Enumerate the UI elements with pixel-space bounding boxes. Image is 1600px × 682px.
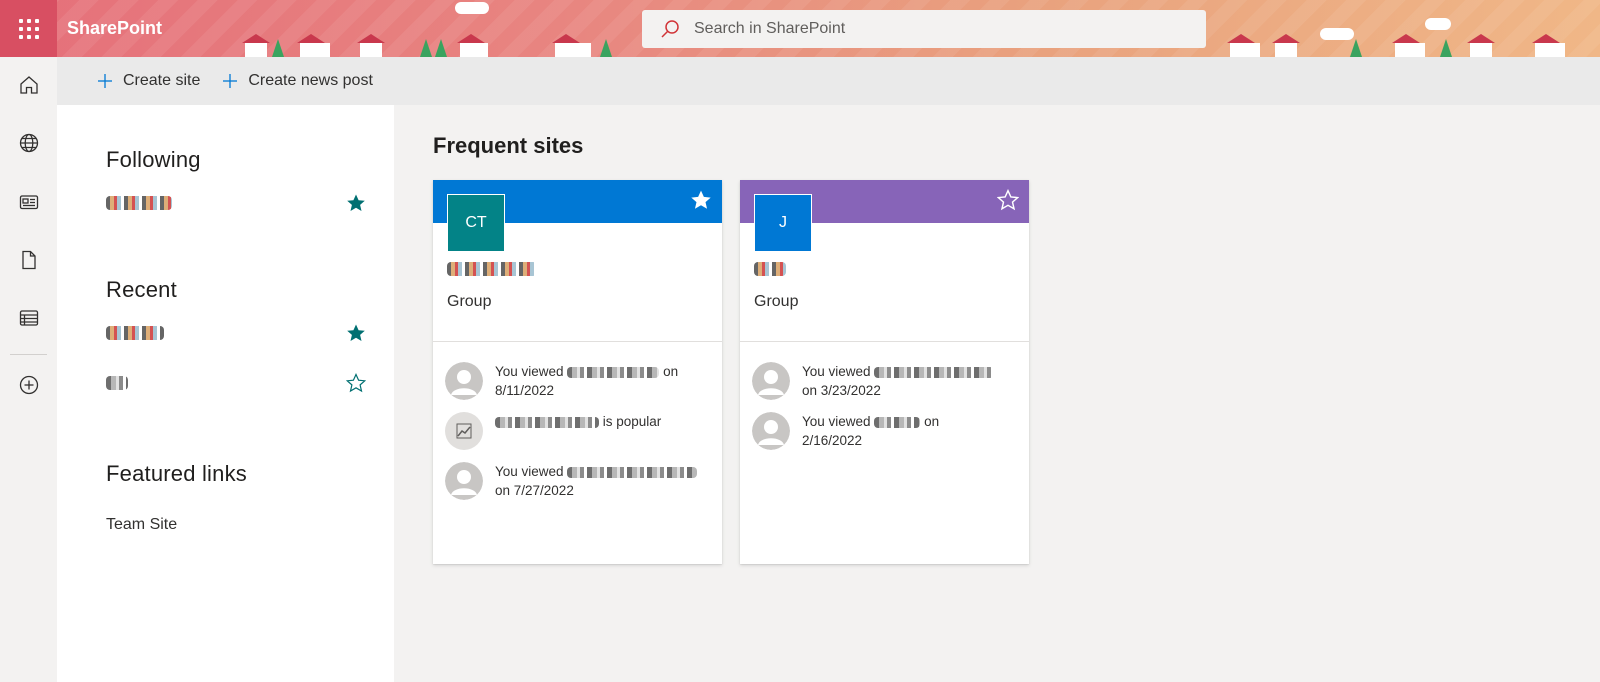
redacted-text (874, 366, 995, 378)
rail-news-button[interactable] (0, 182, 57, 222)
activity-item[interactable]: is popular (445, 412, 710, 450)
rail-home-button[interactable] (0, 65, 57, 105)
suite-bar: SharePoint (0, 0, 1600, 57)
activity-item[interactable]: You viewed on 3/23/2022 (752, 362, 1017, 400)
site-logo: CT (447, 194, 505, 252)
activity-text: You viewed on 2/16/2022 (802, 414, 940, 448)
person-avatar (445, 462, 483, 500)
activity-item[interactable]: You viewed on 2/16/2022 (752, 412, 1017, 450)
app-name[interactable]: SharePoint (67, 18, 162, 39)
list-icon (19, 310, 38, 326)
page-title: Frequent sites (433, 133, 584, 158)
create-news-post-label: Create news post (248, 72, 373, 89)
person-icon (752, 362, 790, 400)
plus-icon (223, 74, 238, 88)
site-name-redacted (106, 326, 164, 340)
site-name-redacted (447, 262, 537, 276)
star-filled-icon (347, 324, 365, 341)
star-outline-icon (996, 188, 1020, 211)
home-icon (19, 76, 38, 94)
search-icon (661, 20, 679, 38)
create-news-post-button[interactable]: Create news post (222, 72, 373, 90)
site-name-redacted (754, 262, 786, 276)
star-filled-icon (691, 190, 711, 209)
rail-create-button[interactable] (0, 365, 57, 405)
app-launcher-button[interactable] (0, 0, 57, 57)
plus-icon (98, 74, 112, 88)
featured-links-title: Featured links (106, 461, 247, 486)
left-panel: Following Recent Featured links Team Sit… (57, 105, 394, 682)
unfollow-button[interactable] (346, 323, 366, 343)
create-site-button[interactable]: Create site (97, 72, 200, 90)
activity-text: You viewed on 3/23/2022 (802, 362, 995, 400)
card-divider (740, 341, 1029, 342)
document-icon (21, 250, 36, 270)
following-title: Following (106, 147, 201, 172)
person-avatar (445, 362, 483, 400)
person-avatar (752, 412, 790, 450)
add-circle-icon (19, 375, 38, 395)
rail-lists-button[interactable] (0, 298, 57, 338)
unfollow-button[interactable] (690, 189, 712, 216)
recent-site-item[interactable] (106, 319, 366, 347)
activity-text: You viewed on 7/27/2022 (495, 462, 698, 500)
site-name-redacted (106, 196, 172, 210)
search-input[interactable] (694, 20, 1174, 38)
card-divider (433, 341, 722, 342)
trending-avatar (445, 412, 483, 450)
site-type: Group (754, 293, 799, 310)
redacted-text (874, 416, 921, 428)
follow-button[interactable] (346, 373, 366, 393)
rail-sites-button[interactable] (0, 123, 57, 163)
recent-site-item[interactable] (106, 369, 366, 397)
person-icon (445, 462, 483, 500)
site-card[interactable]: J Group You viewed on 3/23/2022 You view… (740, 180, 1029, 564)
create-site-label: Create site (123, 72, 201, 89)
redacted-text (567, 366, 660, 378)
recent-title: Recent (106, 277, 177, 302)
unfollow-button[interactable] (346, 193, 366, 213)
trending-icon (456, 423, 472, 439)
site-logo: J (754, 194, 812, 252)
activity-item[interactable]: You viewed on 7/27/2022 (445, 462, 710, 500)
globe-icon (19, 133, 38, 153)
star-filled-icon (347, 194, 365, 211)
search-box[interactable] (642, 10, 1206, 48)
site-type: Group (447, 293, 492, 310)
person-icon (445, 362, 483, 400)
person-avatar (752, 362, 790, 400)
activity-text: is popular (495, 412, 661, 450)
follow-button[interactable] (996, 188, 1020, 216)
site-name-redacted (106, 376, 128, 390)
redacted-text (567, 466, 698, 478)
activity-item[interactable]: You viewed on 8/11/2022 (445, 362, 710, 400)
waffle-icon (18, 18, 39, 39)
news-icon (19, 195, 38, 210)
star-outline-icon (346, 373, 366, 393)
featured-link-team-site[interactable]: Team Site (106, 516, 177, 534)
site-card[interactable]: CT Group You viewed on 8/11/2022 is popu… (433, 180, 722, 564)
rail-files-button[interactable] (0, 240, 57, 280)
following-site-item[interactable] (106, 189, 366, 217)
app-bar (0, 57, 57, 682)
command-bar: Create site Create news post (57, 57, 1600, 105)
person-icon (752, 412, 790, 450)
rail-divider (10, 354, 47, 355)
activity-text: You viewed on 8/11/2022 (495, 364, 679, 398)
redacted-text (495, 416, 599, 428)
